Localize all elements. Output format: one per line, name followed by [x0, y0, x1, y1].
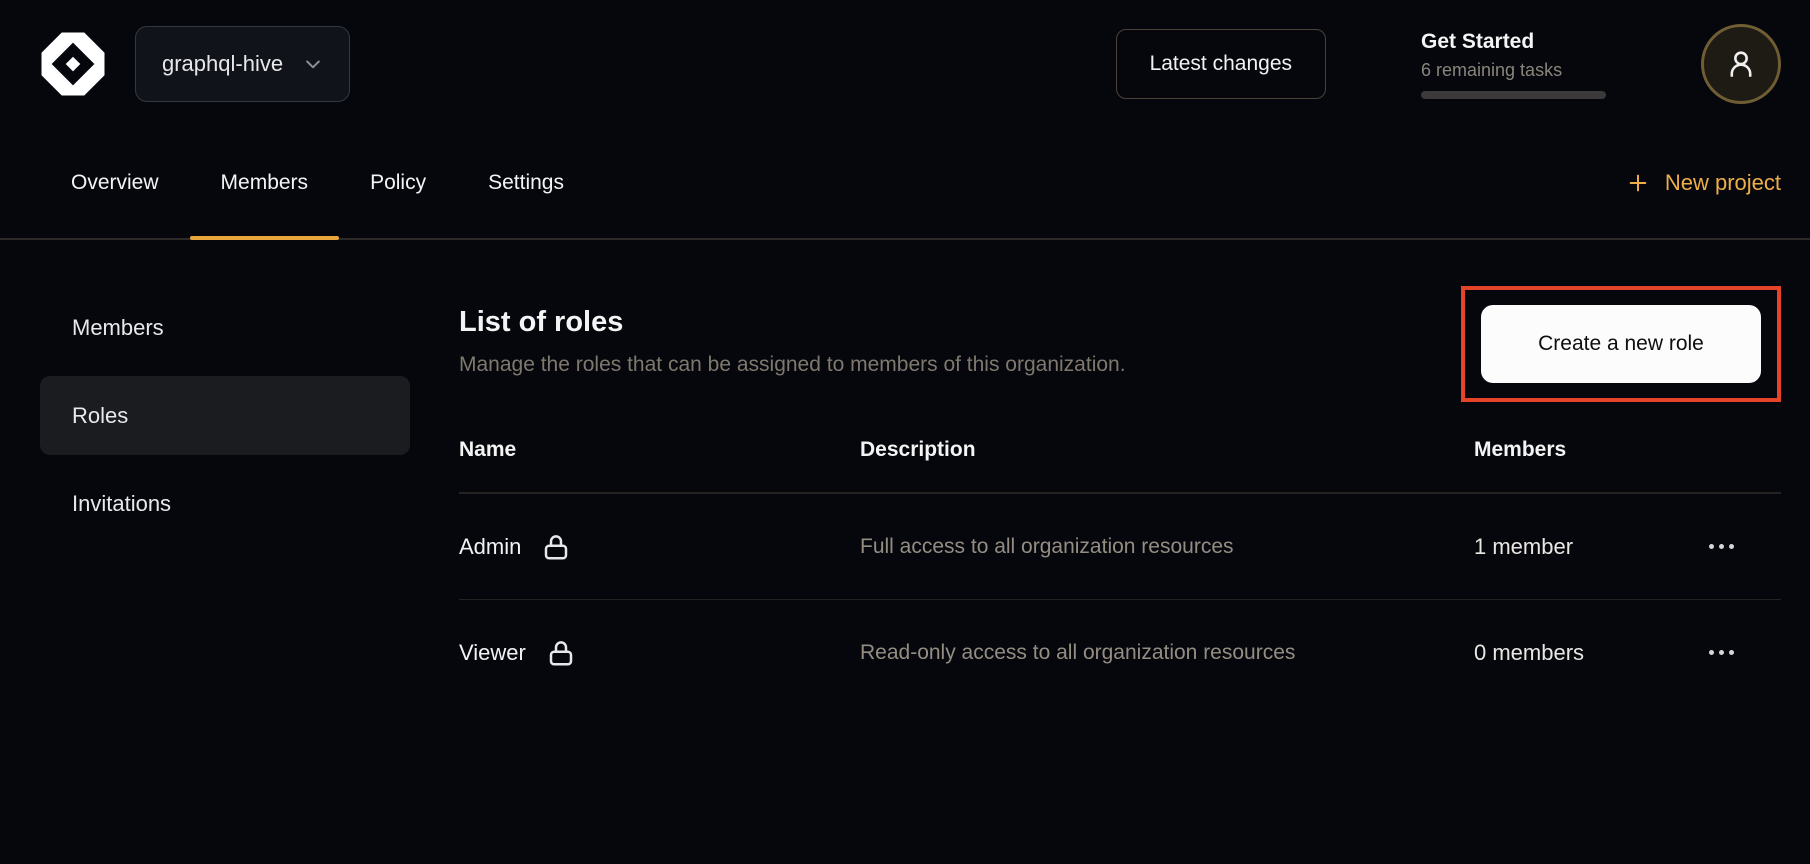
tab-members[interactable]: Members	[190, 128, 340, 238]
lock-icon	[546, 638, 576, 668]
get-started-title: Get Started	[1421, 30, 1606, 54]
table-header-row: Name Description Members	[459, 430, 1781, 494]
role-description: Read-only access to all organization res…	[860, 633, 1330, 672]
row-menu-button[interactable]	[1703, 534, 1740, 559]
role-members-count: 0 members	[1474, 640, 1703, 666]
tab-overview[interactable]: Overview	[40, 128, 190, 238]
latest-changes-button[interactable]: Latest changes	[1116, 29, 1326, 99]
sidebar-item-roles[interactable]: Roles	[40, 376, 410, 455]
tab-bar: OverviewMembersPolicySettings New projec…	[0, 128, 1810, 240]
annotation-highlight-box: Create a new role	[1461, 286, 1781, 402]
new-project-label: New project	[1665, 170, 1781, 196]
sidebar-item-invitations[interactable]: Invitations	[40, 464, 410, 543]
create-new-role-button[interactable]: Create a new role	[1481, 305, 1761, 383]
roles-panel: List of roles Manage the roles that can …	[459, 288, 1781, 705]
sidebar-nav: Members Roles Invitations	[40, 288, 410, 705]
org-selector-label: graphql-hive	[162, 51, 283, 77]
new-project-button[interactable]: New project	[1627, 128, 1781, 238]
chevron-down-icon	[303, 54, 323, 74]
content-area: Members Roles Invitations List of roles Ma…	[0, 240, 1810, 705]
tabs-container: OverviewMembersPolicySettings	[40, 128, 595, 238]
roles-table: Name Description Members Admin Full acce…	[459, 430, 1781, 705]
role-name: Viewer	[459, 640, 526, 666]
top-bar: graphql-hive Latest changes Get Started …	[0, 0, 1810, 128]
lock-icon	[541, 532, 571, 562]
page-subtitle: Manage the roles that can be assigned to…	[459, 353, 1126, 377]
tab-policy[interactable]: Policy	[339, 128, 457, 238]
hive-logo-icon	[37, 28, 109, 100]
table-row: Viewer Read-only access to all organizat…	[459, 600, 1781, 705]
column-header-members: Members	[1474, 438, 1703, 462]
plus-icon	[1627, 172, 1649, 194]
column-header-name: Name	[459, 438, 860, 462]
sidebar-item-members[interactable]: Members	[40, 288, 410, 367]
get-started-widget[interactable]: Get Started 6 remaining tasks	[1421, 30, 1606, 99]
column-header-description: Description	[860, 438, 1474, 462]
table-row: Admin Full access to all organization re…	[459, 494, 1781, 600]
user-avatar[interactable]	[1701, 24, 1781, 104]
page-title: List of roles	[459, 306, 1126, 339]
tab-settings[interactable]: Settings	[457, 128, 595, 238]
org-selector[interactable]: graphql-hive	[135, 26, 350, 102]
user-icon	[1724, 47, 1758, 81]
get-started-progress-bar	[1421, 91, 1606, 99]
get-started-subtitle: 6 remaining tasks	[1421, 60, 1606, 81]
roles-panel-header: List of roles Manage the roles that can …	[459, 288, 1781, 402]
table-body: Admin Full access to all organization re…	[459, 494, 1781, 705]
role-members-count: 1 member	[1474, 534, 1703, 560]
role-description: Full access to all organization resource…	[860, 527, 1330, 566]
role-name: Admin	[459, 534, 521, 560]
row-menu-button[interactable]	[1703, 640, 1740, 665]
